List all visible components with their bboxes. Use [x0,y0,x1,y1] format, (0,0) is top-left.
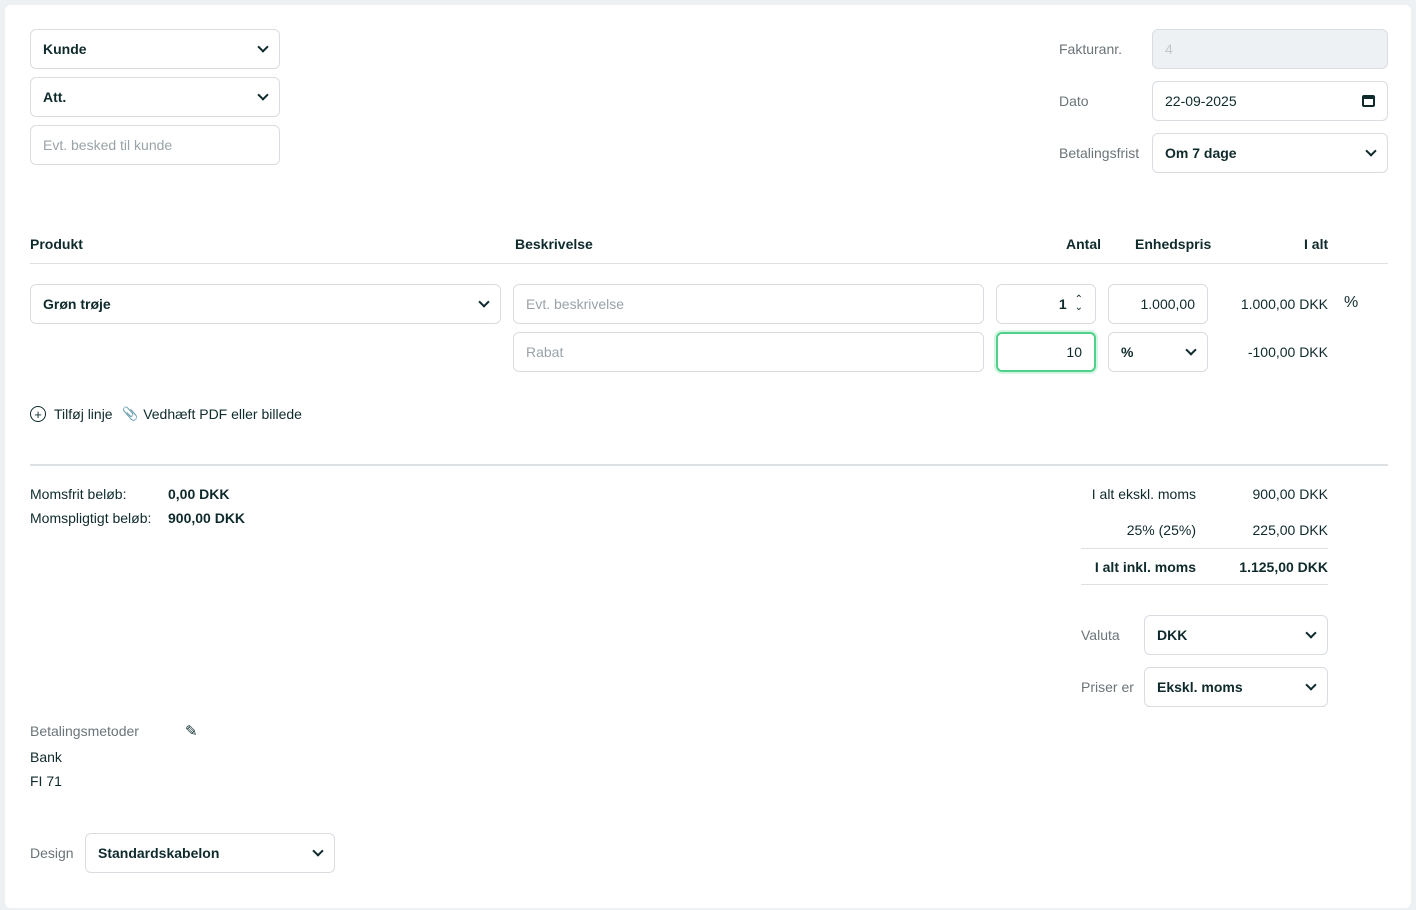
vat-free-value: 0,00 DKK [168,486,230,502]
design-select[interactable]: Standardskabelon [85,833,335,873]
att-select-label: Att. [43,89,67,105]
divider [30,464,1388,466]
quantity-stepper[interactable]: 1 ⌃ ⌄ [996,284,1096,324]
due-select[interactable]: Om 7 dage [1152,133,1388,173]
discount-toggle-button[interactable]: % [1344,294,1358,312]
prices-value: Ekskl. moms [1157,679,1243,695]
due-label: Betalingsfrist [1059,145,1140,161]
prices-label: Priser er [1081,679,1134,695]
design-value: Standardskabelon [98,845,220,861]
attach-button[interactable]: 📎 Vedhæft PDF eller billede [122,406,302,422]
chevron-down-icon [1185,344,1197,356]
prices-select[interactable]: Ekskl. moms [1144,667,1328,707]
discount-description-input[interactable]: Rabat [513,332,984,372]
date-value: 22-09-2025 [1165,93,1237,109]
vat-label: 25% (25%) [1126,522,1196,538]
quantity-value: 1 [1058,296,1067,312]
product-value: Grøn trøje [43,296,111,312]
customer-select[interactable]: Kunde [30,29,280,69]
add-line-button[interactable]: + Tilføj linje [30,406,113,422]
incl-value: 1.125,00 DKK [1239,559,1328,575]
chevron-down-icon [1365,145,1377,157]
discount-total: -100,00 DKK [1247,344,1328,360]
product-select[interactable]: Grøn trøje [30,284,501,324]
description-input[interactable]: Evt. beskrivelse [513,284,984,324]
calendar-icon[interactable] [1362,95,1375,107]
date-input[interactable]: 22-09-2025 [1152,81,1388,121]
currency-value: DKK [1157,627,1188,643]
invoice-no-field: 4 [1152,29,1388,69]
chevron-down-icon [257,41,269,53]
divider [30,263,1388,264]
divider [1081,584,1328,585]
attach-label: Vedhæft PDF eller billede [143,406,302,422]
chevron-down-icon [1305,679,1317,691]
discount-type-select[interactable]: % [1108,332,1208,372]
line-total: 1.000,00 DKK [1240,296,1328,312]
invoice-no-label: Fakturanr. [1059,41,1123,57]
stepper-icon[interactable]: ⌃ ⌄ [1075,295,1083,313]
unit-price-input[interactable]: 1.000,00 [1108,284,1208,324]
currency-label: Valuta [1081,627,1120,643]
add-line-label: Tilføj linje [54,406,113,422]
vat-liable-label: Momspligtigt beløb: [30,510,152,526]
discount-value-input[interactable]: 10 [996,332,1096,372]
payment-method: Bank [30,749,62,765]
customer-select-label: Kunde [43,41,87,57]
payment-methods-label: Betalingsmetoder [30,723,139,739]
chevron-down-icon [1305,627,1317,639]
divider [1081,548,1328,549]
vat-value: 225,00 DKK [1252,522,1329,538]
vat-free-label: Momsfrit beløb: [30,486,127,502]
att-select[interactable]: Att. [30,77,280,117]
date-label: Dato [1059,93,1089,109]
incl-label: I alt inkl. moms [1094,559,1196,575]
header-description: Beskrivelse [515,236,593,252]
excl-label: I alt ekskl. moms [1091,486,1196,502]
due-value: Om 7 dage [1165,145,1237,161]
excl-value: 900,00 DKK [1252,486,1329,502]
payment-code: FI 71 [30,773,62,789]
chevron-down-icon [257,89,269,101]
currency-select[interactable]: DKK [1144,615,1328,655]
header-unit-price: Enhedspris [1135,236,1212,252]
edit-icon[interactable]: ✎ [185,722,198,740]
header-quantity: Antal [1066,236,1101,252]
paperclip-icon: 📎 [122,406,139,421]
customer-message-input[interactable]: Evt. besked til kunde [30,125,280,165]
design-label: Design [30,845,74,861]
plus-circle-icon: + [30,406,46,422]
discount-type-value: % [1121,344,1134,360]
vat-liable-value: 900,00 DKK [168,510,246,526]
chevron-down-icon [478,296,490,308]
chevron-down-icon [312,845,324,857]
header-total: I alt [1304,236,1329,252]
header-product: Produkt [30,236,83,252]
